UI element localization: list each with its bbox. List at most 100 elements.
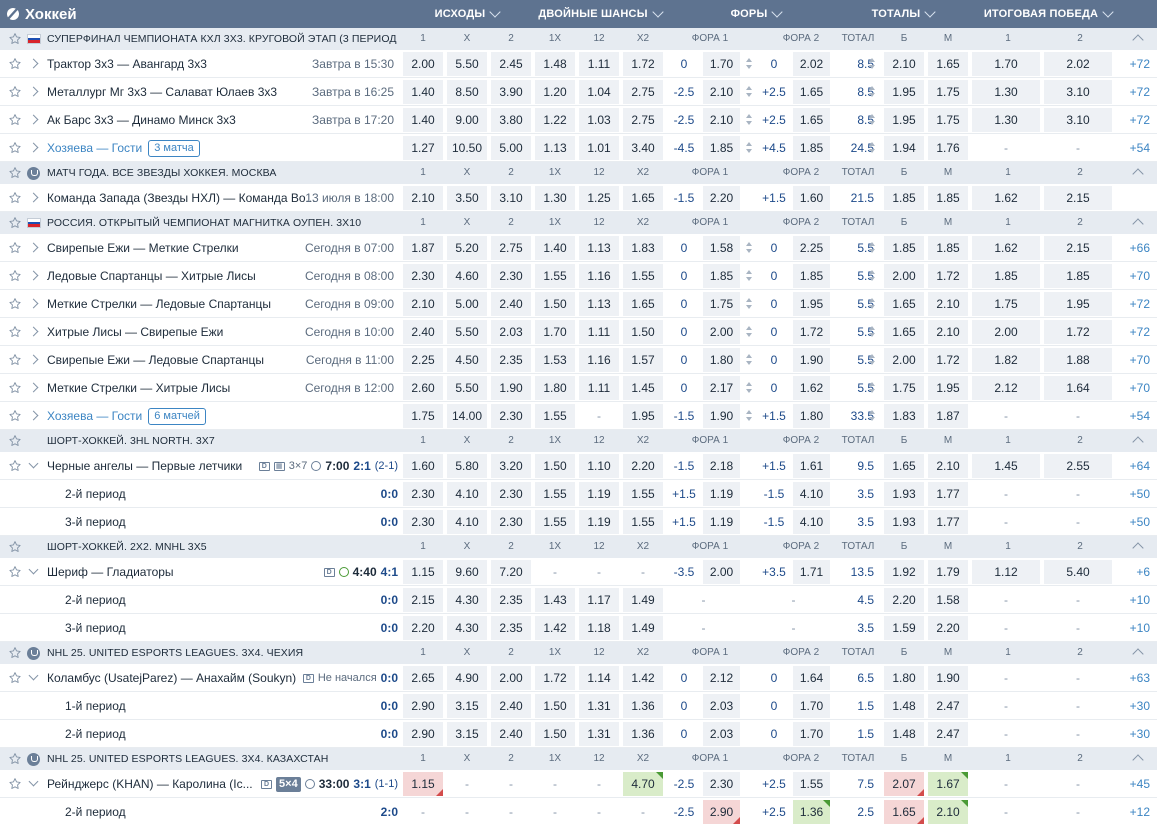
odds-cell[interactable]: 1.53 — [535, 348, 575, 372]
odds-cell[interactable]: 1.55 — [623, 264, 663, 288]
handicap-2-odds[interactable]: 1.61 — [793, 454, 830, 478]
event-name[interactable]: Хозяева — Гости 6 матчей — [47, 402, 206, 430]
line-spinner-icon[interactable] — [746, 326, 752, 337]
final-win-1-odds[interactable]: 1.70 — [972, 52, 1040, 76]
star-icon[interactable] — [8, 409, 22, 423]
final-win-1-odds[interactable]: 1.75 — [972, 292, 1040, 316]
odds-cell[interactable]: 1.14 — [579, 666, 619, 690]
broadcast-icon[interactable]: D — [302, 673, 314, 683]
star-icon[interactable] — [8, 353, 22, 367]
star-icon[interactable] — [8, 297, 22, 311]
event-name[interactable]: Металлург Мг 3х3 — Салават Юлаев 3х3 — [47, 78, 277, 106]
chevron-right-icon[interactable] — [28, 192, 39, 202]
broadcast-icon[interactable]: D — [258, 461, 270, 471]
event-name[interactable]: Рейнджерс (KHAN) — Каролина (Ic... — [47, 770, 253, 798]
star-icon[interactable] — [8, 57, 22, 71]
odds-cell[interactable]: 10.50 — [447, 136, 487, 160]
event-name[interactable]: Хитрые Лисы — Свирепые Ежи — [47, 318, 223, 346]
total-under-odds[interactable]: 2.10 — [928, 292, 968, 316]
odds-cell[interactable]: 4.30 — [447, 588, 487, 612]
odds-cell[interactable]: 2.20 — [403, 616, 443, 640]
event-name[interactable]: Шериф — Гладиаторы — [47, 558, 174, 586]
total-over-odds[interactable]: 1.65 — [884, 292, 924, 316]
total-over-odds[interactable]: 1.65 — [884, 320, 924, 344]
total-under-odds[interactable]: 2.10 — [928, 454, 968, 478]
odds-cell[interactable]: 2.00 — [491, 666, 531, 690]
total-over-odds[interactable]: 1.95 — [884, 108, 924, 132]
odds-cell[interactable]: 1.48 — [535, 52, 575, 76]
star-icon[interactable] — [8, 113, 22, 127]
odds-cell[interactable]: 3.15 — [447, 722, 487, 746]
handicap-2-odds[interactable]: 1.36 — [793, 800, 830, 824]
chevron-up-icon[interactable] — [1132, 648, 1144, 660]
line-spinner-icon[interactable] — [869, 114, 875, 125]
odds-cell[interactable]: 2.30 — [403, 510, 443, 534]
odds-cell[interactable]: 2.30 — [403, 482, 443, 506]
line-spinner-icon[interactable] — [746, 270, 752, 281]
handicap-1-odds[interactable]: 2.20 — [703, 186, 740, 210]
final-win-1-odds[interactable]: 1.45 — [972, 454, 1040, 478]
odds-cell[interactable]: 8.50 — [447, 80, 487, 104]
handicap-1-odds[interactable]: 2.00 — [703, 560, 740, 584]
odds-cell[interactable]: 2.30 — [403, 264, 443, 288]
star-icon[interactable] — [8, 141, 22, 155]
odds-cell[interactable]: 1.03 — [579, 108, 619, 132]
odds-cell[interactable]: 2.30 — [491, 510, 531, 534]
odds-cell[interactable]: 1.10 — [579, 454, 619, 478]
event-name[interactable]: Ак Барс 3х3 — Динамо Минск 3х3 — [47, 106, 236, 134]
line-spinner-icon[interactable] — [869, 242, 875, 253]
more-markets-link[interactable]: +30 — [1110, 692, 1150, 720]
odds-cell[interactable]: 1.31 — [579, 694, 619, 718]
final-win-2-odds[interactable]: 2.15 — [1044, 186, 1112, 210]
total-under-odds[interactable]: 1.87 — [928, 404, 968, 428]
odds-cell[interactable]: 1.90 — [491, 376, 531, 400]
odds-cell[interactable]: 1.36 — [623, 694, 663, 718]
odds-cell[interactable]: 1.55 — [623, 510, 663, 534]
odds-cell[interactable]: 2.20 — [623, 454, 663, 478]
odds-cell[interactable]: 1.27 — [403, 136, 443, 160]
odds-cell[interactable]: 1.55 — [623, 482, 663, 506]
odds-cell[interactable]: 1.13 — [579, 236, 619, 260]
handicap-2-odds[interactable]: 1.95 — [793, 292, 830, 316]
more-markets-link[interactable]: +72 — [1110, 78, 1150, 106]
handicap-2-odds[interactable]: 1.65 — [793, 80, 830, 104]
handicap-1-odds[interactable]: 1.85 — [703, 136, 740, 160]
league-name[interactable]: МАТЧ ГОДА. ВСЕ ЗВЕЗДЫ ХОККЕЯ. МОСКВА — [47, 162, 397, 184]
total-over-odds[interactable]: 1.92 — [884, 560, 924, 584]
odds-cell[interactable]: 7.20 — [491, 560, 531, 584]
more-markets-link[interactable]: +30 — [1110, 720, 1150, 748]
final-win-2-odds[interactable]: 1.85 — [1044, 264, 1112, 288]
total-under-odds[interactable]: 1.77 — [928, 510, 968, 534]
total-under-odds[interactable]: 1.90 — [928, 666, 968, 690]
total-over-odds[interactable]: 2.07 — [884, 772, 924, 796]
star-icon[interactable] — [8, 85, 22, 99]
handicap-2-odds[interactable]: 1.64 — [793, 666, 830, 690]
final-win-2-odds[interactable]: 2.15 — [1044, 236, 1112, 260]
chevron-up-icon[interactable] — [1132, 436, 1144, 448]
total-under-odds[interactable]: 2.47 — [928, 694, 968, 718]
line-spinner-icon[interactable] — [869, 354, 875, 365]
more-markets-link[interactable]: +72 — [1110, 106, 1150, 134]
handicap-1-odds[interactable]: 1.90 — [703, 404, 740, 428]
total-under-odds[interactable]: 1.72 — [928, 348, 968, 372]
final-win-1-odds[interactable]: 1.62 — [972, 186, 1040, 210]
event-name[interactable]: Меткие Стрелки — Хитрые Лисы — [47, 374, 230, 402]
odds-cell[interactable]: 4.70 — [623, 772, 663, 796]
odds-cell[interactable]: 2.30 — [491, 482, 531, 506]
event-name[interactable]: Трактор 3х3 — Авангард 3х3 — [47, 50, 207, 78]
odds-cell[interactable]: 1.49 — [623, 616, 663, 640]
odds-cell[interactable]: 1.13 — [579, 292, 619, 316]
chevron-up-icon[interactable] — [1132, 542, 1144, 554]
chevron-down-icon[interactable] — [28, 564, 39, 574]
odds-cell[interactable]: 2.10 — [403, 292, 443, 316]
star-icon[interactable] — [8, 241, 22, 255]
handicap-1-odds[interactable]: 2.10 — [703, 80, 740, 104]
total-under-odds[interactable]: 1.85 — [928, 236, 968, 260]
line-spinner-icon[interactable] — [869, 142, 875, 153]
odds-cell[interactable]: 3.15 — [447, 694, 487, 718]
odds-cell[interactable]: 2.75 — [623, 80, 663, 104]
star-icon[interactable] — [8, 459, 22, 473]
odds-cell[interactable]: 5.80 — [447, 454, 487, 478]
chevron-right-icon[interactable] — [28, 354, 39, 364]
line-spinner-icon[interactable] — [869, 326, 875, 337]
